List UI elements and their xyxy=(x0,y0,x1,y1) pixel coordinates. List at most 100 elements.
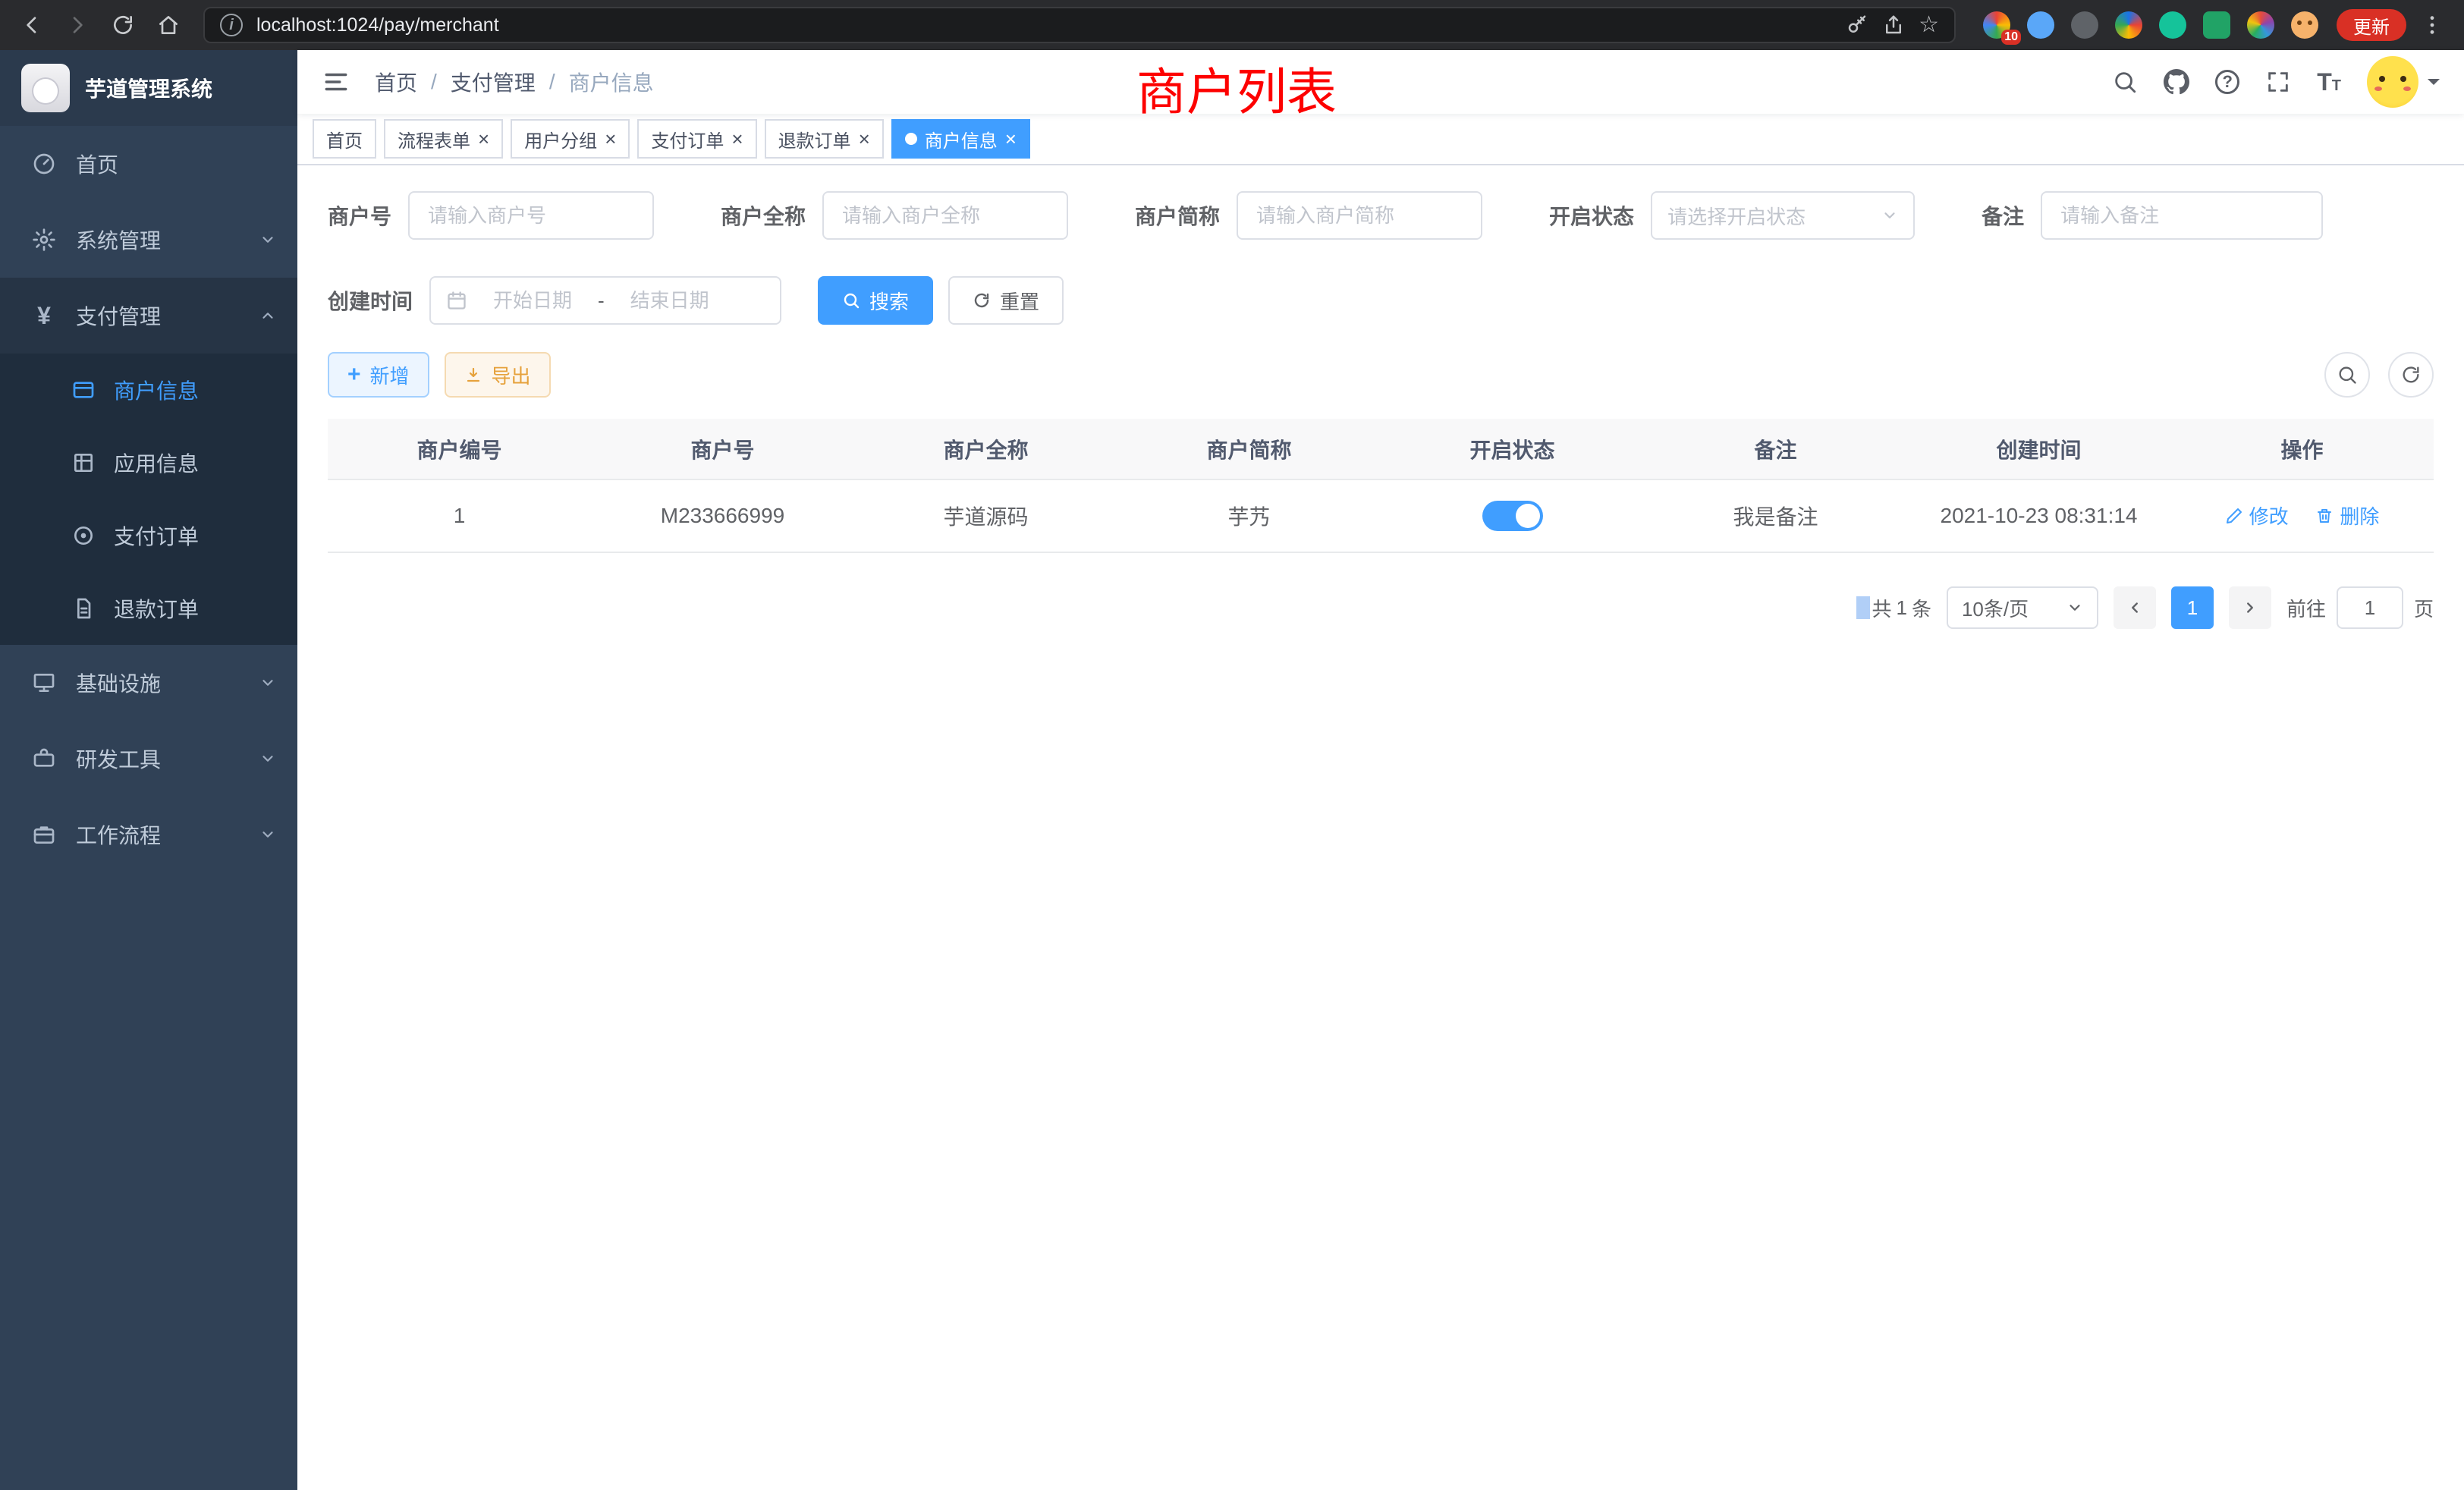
chevron-down-icon xyxy=(259,231,276,248)
goto-page-input[interactable] xyxy=(2337,586,2403,629)
browser-home-button[interactable] xyxy=(149,5,188,45)
breadcrumb-current: 商户信息 xyxy=(569,67,654,97)
refresh-table-icon[interactable] xyxy=(2388,352,2434,398)
sidebar-item-workflow[interactable]: 工作流程 xyxy=(0,797,297,872)
remark-label: 备注 xyxy=(1982,200,2024,231)
merchant-fullname-input[interactable] xyxy=(822,191,1068,240)
gear-icon xyxy=(30,226,58,253)
font-size-icon[interactable]: TT xyxy=(2317,68,2341,96)
site-info-icon[interactable]: i xyxy=(220,14,243,36)
browser-forward-button[interactable] xyxy=(58,5,97,45)
tab-home[interactable]: 首页 xyxy=(313,119,376,159)
status-toggle[interactable] xyxy=(1482,501,1543,531)
sidebar-item-refund-orders[interactable]: 退款订单 xyxy=(0,572,297,645)
status-select[interactable]: 请选择开启状态 xyxy=(1651,191,1915,240)
sidebar-item-merchant-info[interactable]: 商户信息 xyxy=(0,354,297,426)
remark-input[interactable] xyxy=(2041,191,2323,240)
browser-menu-icon[interactable] xyxy=(2412,5,2452,45)
bookmark-star-icon[interactable]: ☆ xyxy=(1919,14,1939,36)
extension-icon[interactable] xyxy=(2071,11,2098,39)
col-merchant-id: 商户编号 xyxy=(328,419,591,479)
breadcrumb-payment[interactable]: 支付管理 xyxy=(451,67,536,97)
search-button[interactable]: 搜索 xyxy=(818,276,933,325)
extension-icon[interactable] xyxy=(2115,11,2142,39)
merchant-no-input[interactable] xyxy=(408,191,654,240)
browser-reload-button[interactable] xyxy=(103,5,143,45)
browser-profile-avatar[interactable] xyxy=(2291,11,2318,39)
app-title: 芋道管理系统 xyxy=(85,73,212,103)
add-button[interactable]: + 新增 xyxy=(328,352,429,398)
extension-icon[interactable] xyxy=(2159,11,2186,39)
sidebar-item-infrastructure[interactable]: 基础设施 xyxy=(0,645,297,721)
export-button[interactable]: 导出 xyxy=(445,352,551,398)
tab-refund-orders[interactable]: 退款订单 × xyxy=(765,119,884,159)
extension-icon[interactable] xyxy=(2203,11,2230,39)
page-size-select[interactable]: 10条/页 xyxy=(1947,586,2098,629)
sidebar-fold-icon[interactable] xyxy=(322,68,350,96)
sidebar-item-home[interactable]: 首页 xyxy=(0,126,297,202)
tab-close-icon[interactable]: × xyxy=(1005,129,1017,149)
tab-close-icon[interactable]: × xyxy=(859,129,870,149)
help-icon[interactable]: ? xyxy=(2215,70,2239,94)
monitor-icon xyxy=(30,669,58,696)
fullscreen-icon[interactable] xyxy=(2265,69,2291,95)
merchant-no-label: 商户号 xyxy=(328,200,391,231)
github-icon[interactable] xyxy=(2164,69,2189,95)
address-bar[interactable]: i localhost:1024/pay/merchant ☆ xyxy=(203,7,1956,43)
share-icon[interactable] xyxy=(1882,14,1905,36)
extension-icon[interactable] xyxy=(2247,11,2274,39)
sidebar-item-pay-orders[interactable]: 支付订单 xyxy=(0,499,297,572)
briefcase-icon xyxy=(30,821,58,848)
sidebar-item-app-info[interactable]: 应用信息 xyxy=(0,426,297,499)
tab-pay-orders[interactable]: 支付订单 × xyxy=(637,119,756,159)
search-form-row-1: 商户号 商户全称 商户简称 开启状态 请选择开启状态 xyxy=(328,191,2434,240)
target-icon xyxy=(70,522,97,549)
breadcrumb-home[interactable]: 首页 xyxy=(375,67,417,97)
user-menu[interactable] xyxy=(2367,56,2440,108)
start-date-input[interactable] xyxy=(478,289,587,313)
extension-icon[interactable] xyxy=(2027,11,2054,39)
sidebar-item-label: 首页 xyxy=(76,149,118,179)
tab-process-form[interactable]: 流程表单 × xyxy=(384,119,503,159)
browser-back-button[interactable] xyxy=(12,5,52,45)
chevron-down-icon xyxy=(1881,207,1898,224)
dashboard-icon xyxy=(30,150,58,178)
browser-update-button[interactable]: 更新 xyxy=(2337,9,2406,41)
sidebar-item-dev-tools[interactable]: 研发工具 xyxy=(0,721,297,797)
merchant-shortname-input[interactable] xyxy=(1237,191,1482,240)
chevron-up-icon xyxy=(259,307,276,324)
tab-merchant-info[interactable]: 商户信息 × xyxy=(891,119,1030,159)
page-content: 商户号 商户全称 商户简称 开启状态 请选择开启状态 xyxy=(297,165,2464,1490)
pagination: 共 1 条 10条/页 1 前往 xyxy=(328,586,2434,629)
delete-button[interactable]: 删除 xyxy=(2315,501,2379,530)
sidebar-item-label: 退款订单 xyxy=(114,593,199,624)
pagination-total: 共 1 条 xyxy=(1856,594,1931,622)
page-number-button[interactable]: 1 xyxy=(2171,586,2214,629)
edit-button[interactable]: 修改 xyxy=(2225,501,2289,530)
search-icon[interactable] xyxy=(2112,69,2138,95)
home-icon xyxy=(156,13,181,37)
next-page-button[interactable] xyxy=(2229,586,2271,629)
sidebar-item-label: 基础设施 xyxy=(76,668,161,698)
sidebar-item-payment[interactable]: ¥ 支付管理 xyxy=(0,278,297,354)
prev-page-button[interactable] xyxy=(2114,586,2156,629)
extension-icon[interactable]: 10 xyxy=(1983,11,2010,39)
table-toolbar: + 新增 导出 xyxy=(328,352,2434,398)
date-range-picker[interactable]: - xyxy=(429,276,781,325)
sidebar-item-label: 支付管理 xyxy=(76,300,161,331)
tab-close-icon[interactable]: × xyxy=(731,129,743,149)
create-time-label: 创建时间 xyxy=(328,285,413,316)
sidebar-item-system[interactable]: 系统管理 xyxy=(0,202,297,278)
reset-button[interactable]: 重置 xyxy=(948,276,1064,325)
toggle-search-icon[interactable] xyxy=(2324,352,2370,398)
cell-merchant-id: 1 xyxy=(328,479,591,552)
app-logo[interactable]: 芋道管理系统 xyxy=(0,50,297,126)
password-key-icon[interactable] xyxy=(1846,14,1868,36)
end-date-input[interactable] xyxy=(615,289,724,313)
search-form-row-2: 创建时间 - 搜索 重置 xyxy=(328,276,2434,325)
yen-icon: ¥ xyxy=(30,302,58,329)
tab-close-icon[interactable]: × xyxy=(605,129,616,149)
tab-close-icon[interactable]: × xyxy=(478,129,489,149)
col-status: 开启状态 xyxy=(1381,419,1644,479)
tab-user-group[interactable]: 用户分组 × xyxy=(511,119,630,159)
